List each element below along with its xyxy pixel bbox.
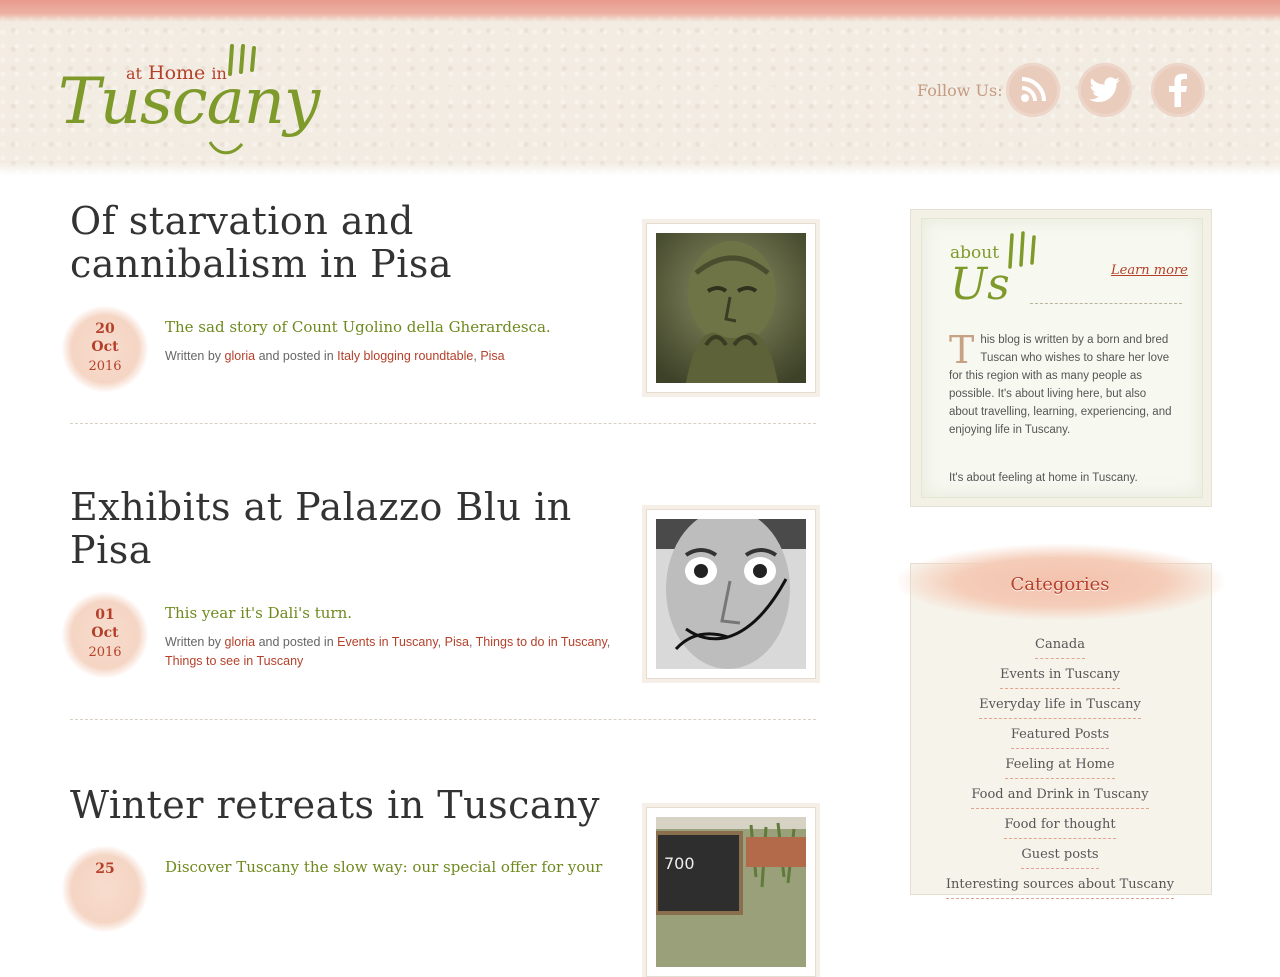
category-link[interactable]: Featured Posts	[1010, 725, 1110, 749]
written-by-label: Written by	[165, 349, 222, 363]
author-link[interactable]: gloria	[225, 349, 256, 363]
category-link[interactable]: Pisa	[480, 349, 504, 363]
site-logo[interactable]: at Home in Tuscany	[58, 42, 320, 162]
post-thumbnail[interactable]	[646, 223, 816, 393]
category-link[interactable]: Italy blogging roundtable	[337, 349, 473, 363]
rss-button[interactable]	[1006, 63, 1060, 117]
posted-in-label: and posted in	[258, 349, 334, 363]
category-item[interactable]: Guest posts	[910, 843, 1210, 873]
about-heading-large: Us	[950, 259, 1010, 310]
category-link[interactable]: Events in Tuscany	[999, 665, 1121, 689]
category-item[interactable]: Everyday life in Tuscany	[910, 693, 1210, 723]
post-item: Winter retreats in Tuscany 25 Discover T…	[62, 784, 816, 977]
header-bottom-edge	[0, 162, 1280, 176]
post-divider	[70, 719, 816, 720]
date-badge: 20 Oct 2016	[62, 306, 148, 392]
post-excerpt[interactable]: This year it's Dali's turn.	[165, 602, 635, 624]
category-item[interactable]: Events in Tuscany	[910, 663, 1210, 693]
date-month: Oct	[91, 625, 119, 641]
post-thumbnail[interactable]: 700	[646, 807, 816, 977]
category-item[interactable]: Featured Posts	[910, 723, 1210, 753]
post-title[interactable]: Of starvation and cannibalism in Pisa	[70, 200, 630, 286]
author-link[interactable]: gloria	[225, 635, 256, 649]
written-by-label: Written by	[165, 635, 222, 649]
logo-underline	[208, 141, 244, 155]
post-meta: Written by gloria and posted in Events i…	[165, 635, 611, 668]
chalkboard-photo: 700	[656, 817, 806, 967]
header-top-band	[0, 0, 1280, 22]
date-badge: 25	[62, 846, 148, 932]
category-link[interactable]: Interesting sources about Tuscany	[945, 875, 1175, 899]
rss-icon	[1021, 77, 1046, 102]
category-item[interactable]: Food for thought	[910, 813, 1210, 843]
post-item: Of starvation and cannibalism in Pisa 20…	[62, 200, 816, 440]
category-item[interactable]: Feeling at Home	[910, 753, 1210, 783]
twitter-icon	[1089, 77, 1120, 103]
date-day: 01	[95, 607, 115, 623]
category-link[interactable]: Things to see in Tuscany	[165, 654, 303, 668]
about-widget-inner: about Us Learn more T his blog is writte…	[921, 218, 1203, 498]
posted-in-label: and posted in	[258, 635, 334, 649]
post-divider	[70, 423, 816, 424]
category-link[interactable]: Canada	[1035, 635, 1085, 659]
about-exclamation-marks	[1008, 231, 1036, 269]
category-link[interactable]: Things to do in Tuscany	[476, 635, 607, 649]
about-widget: about Us Learn more T his blog is writte…	[910, 209, 1212, 507]
date-day: 25	[95, 861, 115, 877]
category-item[interactable]: Interesting sources about Tuscany	[910, 873, 1210, 903]
logo-main-word: Tuscany	[58, 65, 320, 139]
categories-title: Categories	[1010, 574, 1110, 595]
learn-more-link[interactable]: Learn more	[1111, 263, 1188, 278]
facebook-icon	[1169, 73, 1187, 107]
date-year: 2016	[88, 359, 122, 374]
post-meta: Written by gloria and posted in Italy bl…	[165, 349, 505, 363]
svg-text:700: 700	[664, 854, 695, 873]
about-paragraph-2: It's about feeling at home in Tuscany.	[949, 472, 1138, 484]
twitter-button[interactable]	[1078, 63, 1132, 117]
category-link[interactable]: Guest posts	[1021, 845, 1099, 869]
logo-exclamation-marks	[228, 44, 256, 76]
about-text: T his blog is written by a born and bred…	[949, 331, 1175, 439]
follow-us-label: Follow Us:	[917, 81, 1003, 100]
category-link[interactable]: Food and Drink in Tuscany	[971, 785, 1149, 809]
post-title[interactable]: Exhibits at Palazzo Blu in Pisa	[70, 486, 630, 572]
category-link[interactable]: Food for thought	[1004, 815, 1116, 839]
statue-photo	[656, 233, 806, 383]
post-excerpt[interactable]: The sad story of Count Ugolino della Ghe…	[165, 316, 635, 338]
date-day: 20	[95, 321, 115, 337]
category-link[interactable]: Events in Tuscany	[337, 635, 438, 649]
categories-list: Canada Events in Tuscany Everyday life i…	[910, 633, 1210, 903]
about-paragraph: his blog is written by a born and bred T…	[949, 334, 1172, 436]
about-dropcap: T	[949, 328, 975, 372]
post-excerpt[interactable]: Discover Tuscany the slow way: our speci…	[165, 856, 635, 878]
category-link[interactable]: Pisa	[445, 635, 469, 649]
category-item[interactable]: Food and Drink in Tuscany	[910, 783, 1210, 813]
about-dotted-rule	[1030, 303, 1182, 304]
facebook-button[interactable]	[1151, 63, 1205, 117]
dali-portrait-photo	[656, 519, 806, 669]
post-title[interactable]: Winter retreats in Tuscany	[70, 784, 670, 827]
category-link[interactable]: Feeling at Home	[1005, 755, 1115, 779]
site-header: at Home in Tuscany Follow Us:	[0, 0, 1280, 176]
date-month: Oct	[91, 339, 119, 355]
post-thumbnail[interactable]	[646, 509, 816, 679]
category-item[interactable]: Canada	[910, 633, 1210, 663]
date-badge: 01 Oct 2016	[62, 592, 148, 678]
date-year: 2016	[88, 645, 122, 660]
category-link[interactable]: Everyday life in Tuscany	[979, 695, 1141, 719]
post-item: Exhibits at Palazzo Blu in Pisa 01 Oct 2…	[62, 486, 816, 726]
